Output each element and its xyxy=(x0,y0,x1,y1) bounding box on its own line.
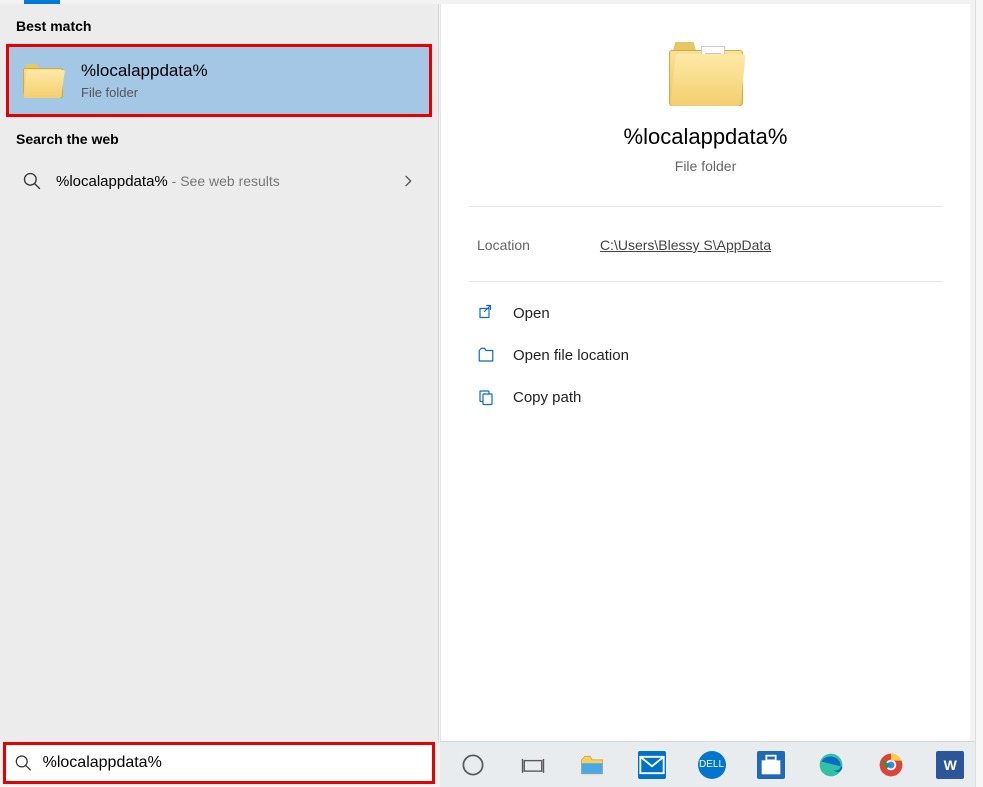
search-results-panel: Best match %localappdata% File folder Se… xyxy=(0,4,439,743)
best-match-title: %localappdata% xyxy=(81,61,208,81)
best-match-result[interactable]: %localappdata% File folder xyxy=(6,44,432,117)
word-button[interactable]: W xyxy=(927,744,973,786)
location-row: Location C:\Users\Blessy S\AppData xyxy=(441,207,970,281)
web-result-suffix: - See web results xyxy=(168,173,280,189)
edge-icon xyxy=(817,751,845,779)
window-edge xyxy=(975,0,983,787)
task-view-button[interactable] xyxy=(510,744,556,786)
best-match-text: %localappdata% File folder xyxy=(81,61,208,100)
open-action[interactable]: Open xyxy=(469,292,942,334)
search-icon xyxy=(14,753,33,773)
detail-hero: %localappdata% File folder xyxy=(441,32,970,206)
store-icon xyxy=(757,751,785,779)
dell-icon: DELL xyxy=(698,751,726,779)
mail-button[interactable] xyxy=(629,744,675,786)
chrome-button[interactable] xyxy=(868,744,914,786)
chrome-icon xyxy=(877,751,905,779)
detail-title: %localappdata% xyxy=(441,124,970,150)
search-input[interactable] xyxy=(43,754,424,772)
detail-subtitle: File folder xyxy=(441,158,970,174)
best-match-subtitle: File folder xyxy=(81,85,208,100)
chevron-right-icon xyxy=(400,173,416,189)
web-result[interactable]: %localappdata% - See web results xyxy=(6,157,432,205)
location-value[interactable]: C:\Users\Blessy S\AppData xyxy=(600,237,771,253)
search-box[interactable] xyxy=(3,742,435,784)
detail-panel: %localappdata% File folder Location C:\U… xyxy=(440,4,970,743)
copy-icon xyxy=(477,388,495,406)
copy-path-action[interactable]: Copy path xyxy=(469,376,942,418)
copy-path-label: Copy path xyxy=(513,389,581,406)
search-web-header: Search the web xyxy=(0,117,438,157)
dell-app-button[interactable]: DELL xyxy=(689,744,735,786)
folder-icon xyxy=(23,64,63,98)
word-icon: W xyxy=(936,751,964,779)
open-location-label: Open file location xyxy=(513,347,629,364)
edge-button[interactable] xyxy=(808,744,854,786)
cortana-icon xyxy=(459,751,487,779)
folder-location-icon xyxy=(477,346,495,364)
file-explorer-icon xyxy=(578,751,606,779)
mail-icon xyxy=(638,751,666,779)
taskbar: DELL W xyxy=(440,741,983,787)
cortana-button[interactable] xyxy=(450,744,496,786)
open-file-location-action[interactable]: Open file location xyxy=(469,334,942,376)
search-icon xyxy=(22,171,42,191)
file-explorer-button[interactable] xyxy=(569,744,615,786)
location-label: Location xyxy=(477,237,530,253)
best-match-header: Best match xyxy=(0,4,438,44)
task-view-icon xyxy=(519,751,547,779)
open-icon xyxy=(477,304,495,322)
folder-icon xyxy=(669,42,743,106)
web-result-text: %localappdata% - See web results xyxy=(56,173,280,190)
open-label: Open xyxy=(513,305,550,322)
microsoft-store-button[interactable] xyxy=(748,744,794,786)
actions-list: Open Open file location Copy path xyxy=(441,282,970,428)
web-result-title: %localappdata% xyxy=(56,173,168,190)
